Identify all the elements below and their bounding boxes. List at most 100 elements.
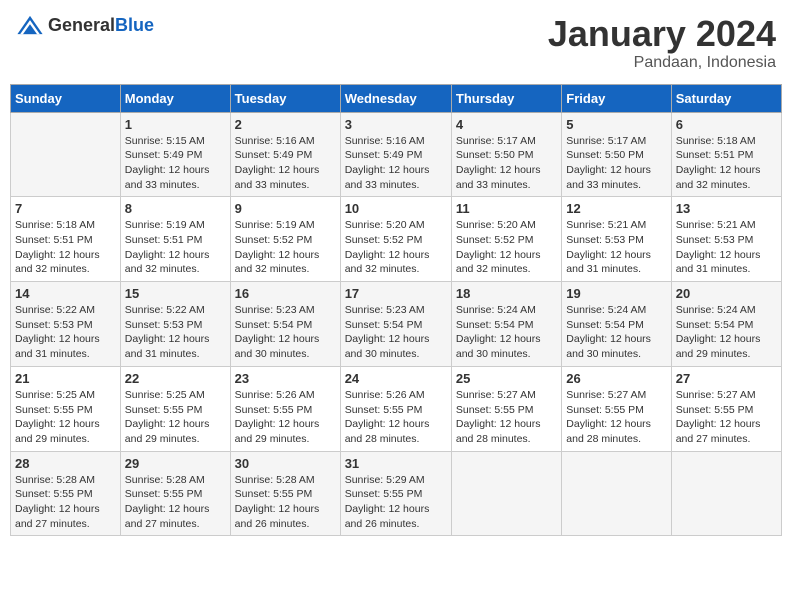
day-info: Sunrise: 5:24 AM Sunset: 5:54 PM Dayligh… [566, 303, 666, 362]
day-info: Sunrise: 5:21 AM Sunset: 5:53 PM Dayligh… [676, 218, 777, 277]
calendar-table: SundayMondayTuesdayWednesdayThursdayFrid… [10, 84, 782, 537]
day-info: Sunrise: 5:19 AM Sunset: 5:51 PM Dayligh… [125, 218, 226, 277]
calendar-day-header: Thursday [451, 84, 561, 112]
calendar-cell: 7Sunrise: 5:18 AM Sunset: 5:51 PM Daylig… [11, 197, 121, 282]
day-info: Sunrise: 5:17 AM Sunset: 5:50 PM Dayligh… [456, 134, 557, 193]
calendar-cell: 1 Sunrise: 5:15 AM Sunset: 5:49 PM Daylig… [120, 112, 230, 197]
calendar-week-row: 21 Sunrise: 5:25 AM Sunset: 5:55 PM Dayli… [11, 366, 782, 451]
location-title: Pandaan, Indonesia [548, 54, 776, 72]
day-info: Sunrise: 5:18 AM Sunset: 5:51 PM Dayligh… [676, 134, 777, 193]
day-number: 13 [676, 201, 777, 216]
day-info: Sunrise: 5:25 AM Sunset: 5:55 PM Dayligh… [15, 388, 116, 447]
calendar-day-header: Tuesday [230, 84, 340, 112]
day-info: Sunrise: 5:21 AM Sunset: 5:53 PM Dayligh… [566, 218, 666, 277]
calendar-cell: 17Sunrise: 5:23 AM Sunset: 5:54 PM Dayli… [340, 282, 451, 367]
day-info: Sunrise: 5:27 AM Sunset: 5:55 PM Dayligh… [566, 388, 666, 447]
calendar-day-header: Saturday [671, 84, 781, 112]
day-info: Sunrise: 5:22 AM Sunset: 5:53 PM Dayligh… [15, 303, 116, 362]
month-title: January 2024 [548, 14, 776, 54]
calendar-cell: 10Sunrise: 5:20 AM Sunset: 5:52 PM Dayli… [340, 197, 451, 282]
day-info: Sunrise: 5:26 AM Sunset: 5:55 PM Dayligh… [235, 388, 336, 447]
title-block: January 2024 Pandaan, Indonesia [548, 14, 776, 72]
day-number: 26 [566, 371, 666, 386]
calendar-cell: 20 Sunrise: 5:24 AM Sunset: 5:54 PM Dayli… [671, 282, 781, 367]
calendar-cell [11, 112, 121, 197]
day-number: 23 [235, 371, 336, 386]
day-number: 31 [345, 456, 447, 471]
calendar-day-header: Friday [562, 84, 671, 112]
day-info: Sunrise: 5:23 AM Sunset: 5:54 PM Dayligh… [345, 303, 447, 362]
calendar-cell: 19 Sunrise: 5:24 AM Sunset: 5:54 PM Dayli… [562, 282, 671, 367]
day-info: Sunrise: 5:15 AM Sunset: 5:49 PM Dayligh… [125, 134, 226, 193]
calendar-cell: 6Sunrise: 5:18 AM Sunset: 5:51 PM Daylig… [671, 112, 781, 197]
day-info: Sunrise: 5:24 AM Sunset: 5:54 PM Dayligh… [676, 303, 777, 362]
day-number: 19 [566, 286, 666, 301]
day-info: Sunrise: 5:16 AM Sunset: 5:49 PM Dayligh… [235, 134, 336, 193]
day-number: 27 [676, 371, 777, 386]
day-number: 28 [15, 456, 116, 471]
calendar-body: 1 Sunrise: 5:15 AM Sunset: 5:49 PM Daylig… [11, 112, 782, 536]
logo-text-general: General [48, 15, 115, 35]
calendar-day-header: Wednesday [340, 84, 451, 112]
day-number: 15 [125, 286, 226, 301]
calendar-cell: 11 Sunrise: 5:20 AM Sunset: 5:52 PM Dayli… [451, 197, 561, 282]
logo-icon [16, 14, 44, 36]
calendar-cell: 31 Sunrise: 5:29 AM Sunset: 5:55 PM Dayli… [340, 451, 451, 536]
day-info: Sunrise: 5:20 AM Sunset: 5:52 PM Dayligh… [456, 218, 557, 277]
calendar-cell: 18Sunrise: 5:24 AM Sunset: 5:54 PM Dayli… [451, 282, 561, 367]
day-number: 16 [235, 286, 336, 301]
day-number: 24 [345, 371, 447, 386]
calendar-cell: 28 Sunrise: 5:28 AM Sunset: 5:55 PM Dayli… [11, 451, 121, 536]
day-info: Sunrise: 5:28 AM Sunset: 5:55 PM Dayligh… [125, 473, 226, 532]
calendar-cell [671, 451, 781, 536]
calendar-cell: 14 Sunrise: 5:22 AM Sunset: 5:53 PM Dayli… [11, 282, 121, 367]
day-info: Sunrise: 5:29 AM Sunset: 5:55 PM Dayligh… [345, 473, 447, 532]
day-info: Sunrise: 5:22 AM Sunset: 5:53 PM Dayligh… [125, 303, 226, 362]
calendar-week-row: 14 Sunrise: 5:22 AM Sunset: 5:53 PM Dayli… [11, 282, 782, 367]
day-info: Sunrise: 5:16 AM Sunset: 5:49 PM Dayligh… [345, 134, 447, 193]
calendar-cell: 30Sunrise: 5:28 AM Sunset: 5:55 PM Dayli… [230, 451, 340, 536]
page-header: GeneralBlue January 2024 Pandaan, Indone… [10, 10, 782, 76]
day-number: 11 [456, 201, 557, 216]
calendar-cell: 29 Sunrise: 5:28 AM Sunset: 5:55 PM Dayli… [120, 451, 230, 536]
calendar-cell [451, 451, 561, 536]
day-number: 5 [566, 117, 666, 132]
day-number: 18 [456, 286, 557, 301]
calendar-cell: 2Sunrise: 5:16 AM Sunset: 5:49 PM Daylig… [230, 112, 340, 197]
calendar-cell: 5 Sunrise: 5:17 AM Sunset: 5:50 PM Daylig… [562, 112, 671, 197]
day-number: 21 [15, 371, 116, 386]
calendar-cell: 13 Sunrise: 5:21 AM Sunset: 5:53 PM Dayli… [671, 197, 781, 282]
calendar-cell: 25 Sunrise: 5:27 AM Sunset: 5:55 PM Dayli… [451, 366, 561, 451]
day-info: Sunrise: 5:17 AM Sunset: 5:50 PM Dayligh… [566, 134, 666, 193]
day-info: Sunrise: 5:28 AM Sunset: 5:55 PM Dayligh… [15, 473, 116, 532]
day-info: Sunrise: 5:26 AM Sunset: 5:55 PM Dayligh… [345, 388, 447, 447]
calendar-week-row: 28 Sunrise: 5:28 AM Sunset: 5:55 PM Dayli… [11, 451, 782, 536]
day-info: Sunrise: 5:19 AM Sunset: 5:52 PM Dayligh… [235, 218, 336, 277]
day-number: 20 [676, 286, 777, 301]
day-number: 12 [566, 201, 666, 216]
calendar-header-row: SundayMondayTuesdayWednesdayThursdayFrid… [11, 84, 782, 112]
logo-text-blue: Blue [115, 15, 154, 35]
day-info: Sunrise: 5:28 AM Sunset: 5:55 PM Dayligh… [235, 473, 336, 532]
calendar-cell: 15 Sunrise: 5:22 AM Sunset: 5:53 PM Dayli… [120, 282, 230, 367]
calendar-cell: 12 Sunrise: 5:21 AM Sunset: 5:53 PM Dayli… [562, 197, 671, 282]
day-number: 9 [235, 201, 336, 216]
day-number: 14 [15, 286, 116, 301]
calendar-cell: 4Sunrise: 5:17 AM Sunset: 5:50 PM Daylig… [451, 112, 561, 197]
calendar-cell: 22Sunrise: 5:25 AM Sunset: 5:55 PM Dayli… [120, 366, 230, 451]
day-number: 25 [456, 371, 557, 386]
calendar-cell: 27 Sunrise: 5:27 AM Sunset: 5:55 PM Dayli… [671, 366, 781, 451]
day-info: Sunrise: 5:27 AM Sunset: 5:55 PM Dayligh… [456, 388, 557, 447]
day-number: 7 [15, 201, 116, 216]
day-info: Sunrise: 5:25 AM Sunset: 5:55 PM Dayligh… [125, 388, 226, 447]
day-info: Sunrise: 5:27 AM Sunset: 5:55 PM Dayligh… [676, 388, 777, 447]
day-number: 29 [125, 456, 226, 471]
day-number: 1 [125, 117, 226, 132]
logo: GeneralBlue [16, 14, 154, 36]
calendar-cell: 8Sunrise: 5:19 AM Sunset: 5:51 PM Daylig… [120, 197, 230, 282]
day-number: 3 [345, 117, 447, 132]
calendar-cell: 24 Sunrise: 5:26 AM Sunset: 5:55 PM Dayli… [340, 366, 451, 451]
calendar-cell: 9 Sunrise: 5:19 AM Sunset: 5:52 PM Daylig… [230, 197, 340, 282]
day-info: Sunrise: 5:23 AM Sunset: 5:54 PM Dayligh… [235, 303, 336, 362]
calendar-cell [562, 451, 671, 536]
